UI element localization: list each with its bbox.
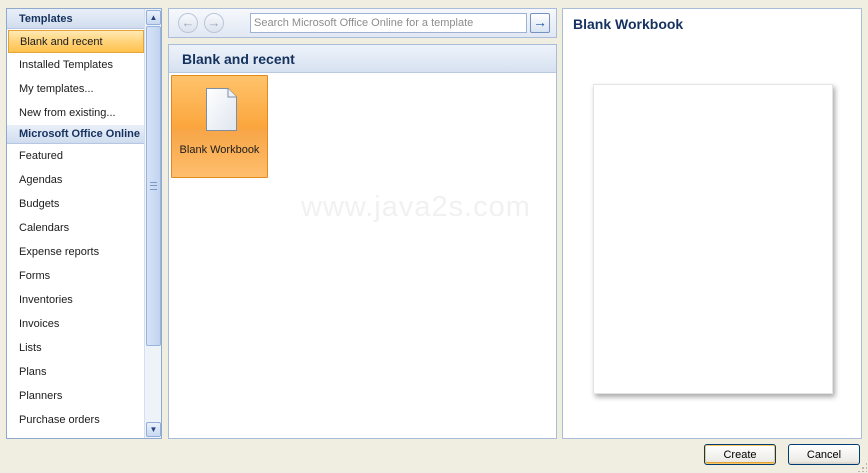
- grip-icon: [150, 182, 157, 190]
- sidebar-item-planners[interactable]: Planners: [7, 384, 145, 408]
- sidebar-item-calendars[interactable]: Calendars: [7, 216, 145, 240]
- forward-button[interactable]: →: [204, 13, 224, 33]
- preview-pane: Blank Workbook: [562, 8, 862, 439]
- preview-title: Blank Workbook: [573, 16, 684, 32]
- sidebar-item-blank-and-recent[interactable]: Blank and recent: [8, 30, 144, 53]
- sidebar-item-forms[interactable]: Forms: [7, 264, 145, 288]
- watermark-text: www.java2s.com: [301, 191, 531, 223]
- tile-label: Blank Workbook: [179, 144, 260, 156]
- sidebar-item-inventories[interactable]: Inventories: [7, 288, 145, 312]
- chevron-down-icon: ▼: [149, 425, 158, 434]
- search-toolbar: ← → →: [168, 8, 557, 38]
- blank-document-icon: [206, 88, 237, 131]
- sidebar-item-new-from-existing[interactable]: New from existing...: [7, 101, 145, 125]
- back-arrow-icon: ←: [181, 15, 195, 30]
- scroll-up-button[interactable]: ▲: [146, 10, 161, 25]
- sidebar-item-installed-templates[interactable]: Installed Templates: [7, 53, 145, 77]
- sidebar-item-featured[interactable]: Featured: [7, 144, 145, 168]
- template-tile-blank-workbook[interactable]: Blank Workbook: [171, 75, 268, 178]
- sidebar-item-my-templates[interactable]: My templates...: [7, 77, 145, 101]
- forward-arrow-icon: →: [207, 15, 221, 30]
- template-categories-panel: Templates Blank and recent Installed Tem…: [6, 8, 162, 439]
- cancel-button[interactable]: Cancel: [788, 444, 860, 465]
- go-arrow-icon: →: [533, 14, 547, 30]
- sidebar-item-budgets[interactable]: Budgets: [7, 192, 145, 216]
- search-go-button[interactable]: →: [530, 13, 550, 33]
- scroll-thumb[interactable]: [146, 26, 161, 346]
- sidebar-item-agendas[interactable]: Agendas: [7, 168, 145, 192]
- sidebar-item-invoices[interactable]: Invoices: [7, 312, 145, 336]
- sidebar-scrollbar[interactable]: ▲ ▼: [144, 9, 161, 438]
- sidebar-item-lists[interactable]: Lists: [7, 336, 145, 360]
- preview-thumbnail: [593, 84, 833, 394]
- sidebar-item-plans[interactable]: Plans: [7, 360, 145, 384]
- sidebar-item-expense-reports[interactable]: Expense reports: [7, 240, 145, 264]
- back-button[interactable]: ←: [178, 13, 198, 33]
- scroll-down-button[interactable]: ▼: [146, 422, 161, 437]
- group-header-office-online: Microsoft Office Online: [7, 125, 145, 144]
- search-input[interactable]: [250, 13, 527, 33]
- gallery-title: Blank and recent: [169, 45, 556, 73]
- group-header-templates: Templates: [7, 9, 145, 29]
- create-button[interactable]: Create: [704, 444, 776, 465]
- chevron-up-icon: ▲: [149, 13, 158, 22]
- template-gallery: Blank and recent Blank Workbook www.java…: [168, 44, 557, 439]
- template-categories-list: Templates Blank and recent Installed Tem…: [7, 9, 145, 438]
- sidebar-item-purchase-orders[interactable]: Purchase orders: [7, 408, 145, 432]
